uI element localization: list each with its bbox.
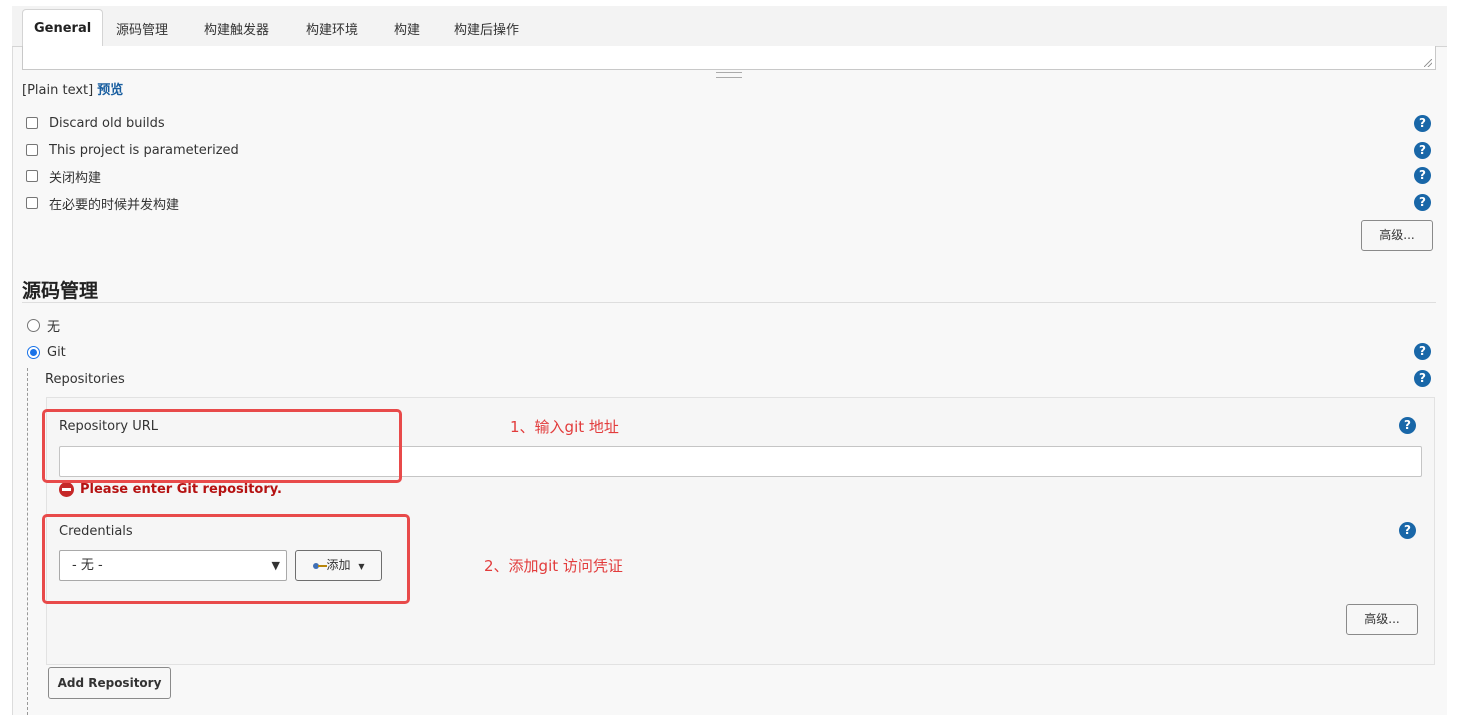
option-parameterized[interactable]: This project is parameterized	[26, 140, 239, 160]
textarea-drag-handle[interactable]	[716, 72, 742, 78]
radio-label: Git	[47, 344, 66, 360]
error-icon	[59, 482, 74, 497]
add-repository-button[interactable]: Add Repository	[48, 667, 171, 699]
option-label: 关闭构建	[49, 170, 102, 186]
description-format: [Plain text] 预览	[22, 79, 123, 98]
help-icon[interactable]: ?	[1414, 115, 1431, 132]
page-margin	[1447, 0, 1461, 715]
option-concurrent-build[interactable]: 在必要的时候并发构建	[26, 193, 179, 213]
option-discard-old-builds[interactable]: Discard old builds	[26, 113, 165, 133]
description-textarea[interactable]	[22, 46, 1436, 70]
help-icon[interactable]: ?	[1399, 522, 1416, 539]
checkbox[interactable]	[26, 117, 38, 129]
annotation-step-2: 2、添加git 访问凭证	[484, 557, 623, 575]
help-icon[interactable]: ?	[1414, 167, 1431, 184]
option-label: 在必要的时候并发构建	[49, 197, 180, 213]
option-disable-build[interactable]: 关闭构建	[26, 166, 101, 186]
tab-build-triggers[interactable]: 构建触发器	[204, 15, 269, 46]
general-advanced-button[interactable]: 高级...	[1361, 220, 1433, 251]
tab-general[interactable]: General	[22, 9, 104, 49]
nested-indent-guide	[27, 368, 28, 715]
option-label: This project is parameterized	[49, 142, 239, 158]
tab-scm[interactable]: 源码管理	[116, 15, 168, 46]
tab-build-environment[interactable]: 构建环境	[306, 15, 358, 46]
section-divider	[22, 302, 1436, 303]
section-title-scm: 源码管理	[22, 280, 99, 302]
help-icon[interactable]: ?	[1414, 343, 1431, 360]
radio-selected[interactable]	[27, 345, 40, 359]
error-message: Please enter Git repository.	[80, 482, 282, 497]
checkbox[interactable]	[26, 197, 38, 209]
radio[interactable]	[27, 318, 40, 332]
help-icon[interactable]: ?	[1399, 417, 1416, 434]
resize-grip-icon[interactable]	[1424, 59, 1432, 67]
preview-link[interactable]: 预览	[97, 83, 123, 98]
scm-option-git[interactable]: Git	[27, 342, 66, 362]
help-icon[interactable]: ?	[1414, 370, 1431, 387]
tab-bar: General 源码管理 构建触发器 构建环境 构建 构建后操作	[12, 6, 1447, 49]
repository-advanced-button[interactable]: 高级...	[1346, 604, 1418, 635]
option-label: Discard old builds	[49, 115, 165, 131]
tab-build[interactable]: 构建	[394, 15, 420, 46]
checkbox[interactable]	[26, 170, 38, 182]
highlight-repository-url	[42, 409, 402, 483]
tab-post-build[interactable]: 构建后操作	[454, 15, 519, 46]
help-icon[interactable]: ?	[1414, 142, 1431, 159]
highlight-credentials	[42, 514, 410, 604]
scm-option-none[interactable]: 无	[27, 315, 60, 335]
repositories-label: Repositories	[45, 372, 125, 387]
plain-text-label: [Plain text]	[22, 83, 94, 98]
repository-url-error: Please enter Git repository.	[59, 482, 282, 497]
radio-label: 无	[47, 319, 61, 335]
annotation-step-1: 1、输入git 地址	[510, 418, 619, 436]
help-icon[interactable]: ?	[1414, 194, 1431, 211]
checkbox[interactable]	[26, 144, 38, 156]
